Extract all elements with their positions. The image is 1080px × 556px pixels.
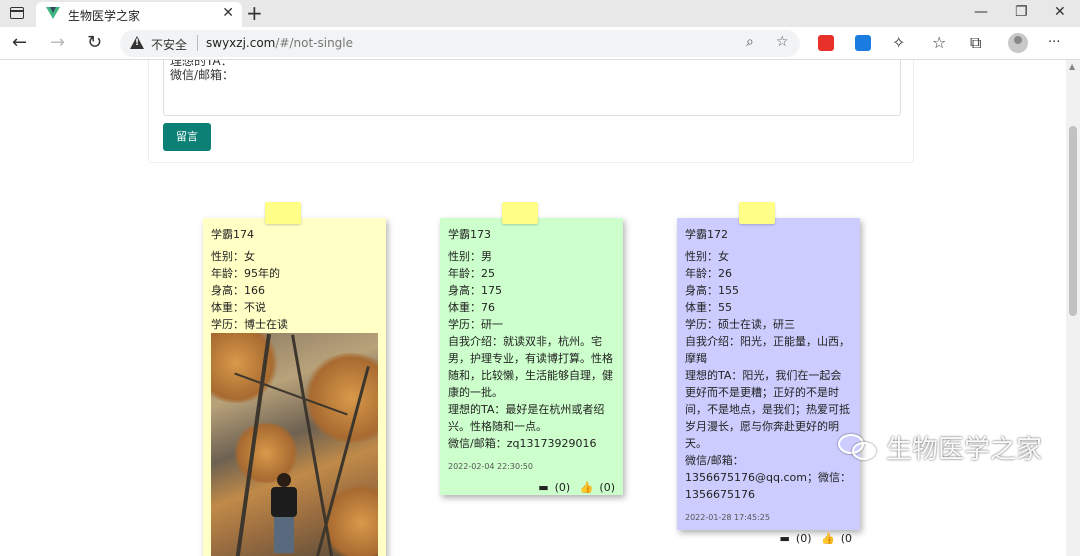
extensions-icon[interactable]: ✧ [892,33,905,52]
tab-actions-icon[interactable] [10,7,24,19]
profile-note: 学霸173 性别：男 年龄：25 身高：175 体重：76 学历：研一 自我介绍… [440,202,623,496]
note-age: 年龄：26 [685,267,732,280]
note-education: 学历：博士在读 [211,318,288,331]
back-arrow-icon[interactable]: ← [12,32,27,53]
note-weight: 体重：55 [685,301,732,314]
note-gender: 性别：女 [211,250,255,263]
more-menu-icon[interactable]: ··· [1048,35,1060,50]
comment-icon[interactable]: ▬ [538,481,548,494]
url-separator [197,35,198,51]
like-count[interactable]: (0) [599,481,615,494]
new-tab-button[interactable]: + [246,1,263,25]
like-count[interactable]: (0 [841,532,852,545]
note-name: 学霸174 [211,228,254,241]
note-gender: 性别：女 [685,250,729,263]
note-height: 身高：166 [211,284,265,297]
note-actions: ▬ (0) 👍 (0) [448,479,615,496]
vue-logo-icon [46,7,60,19]
page-content: 理想的TA： 微信/邮箱： 留言 学霸174 性别：女 年龄：95年的 身高：1… [0,60,1066,556]
tab-bar: 生物医学之家 ✕ + — ❐ ✕ [0,0,1080,27]
url-text: swyxzj.com/#/not-single [206,36,354,50]
person-figure [269,473,299,553]
note-education: 学历：研一 [448,318,503,331]
tab-title: 生物医学之家 [68,9,141,23]
scroll-thumb[interactable] [1069,126,1077,316]
comment-count[interactable]: (0) [796,532,812,545]
comment-icon[interactable]: ▬ [780,532,790,545]
note-tape [265,202,301,224]
forward-arrow-icon[interactable]: → [50,32,65,53]
note-tape [502,202,538,224]
note-date: 2022-02-04 22:30:50 [448,462,533,471]
add-favorite-icon[interactable]: ☆ [776,34,789,50]
note-weight: 体重：不说 [211,301,266,314]
note-name: 学霸172 [685,228,728,241]
thumbs-up-icon[interactable]: 👍 [821,532,835,545]
submit-message-button[interactable]: 留言 [163,123,211,151]
note-age: 年龄：95年的 [211,267,280,280]
vertical-scrollbar[interactable]: ▲ [1066,60,1080,556]
minimize-button[interactable]: — [974,4,988,20]
note-weight: 体重：76 [448,301,495,314]
zoom-icon[interactable]: ⌕ [746,34,754,50]
profile-avatar[interactable] [1008,33,1028,53]
address-bar: ← → ↻ 不安全 swyxzj.com/#/not-single ⌕ ☆ ✧ … [0,27,1080,60]
note-gender: 性别：男 [448,250,492,263]
note-date: 2022-01-28 17:45:25 [685,513,770,522]
note-actions: ▬ (0) 👍 (0 [685,530,853,547]
note-education: 学历：硕士在读，研三 [685,318,795,331]
profile-photo [211,333,378,556]
close-icon[interactable]: ✕ [222,5,234,21]
insecure-label[interactable]: 不安全 [151,36,187,53]
note-ideal: 理想的TA：最好是在杭州或者绍兴。性格随和一点。 [448,403,605,433]
comment-count[interactable]: (0) [555,481,571,494]
note-age: 年龄：25 [448,267,495,280]
wechat-logo-icon [838,432,882,464]
collections-icon[interactable]: ⧉ [970,33,981,53]
window-close-button[interactable]: ✕ [1054,4,1066,20]
note-intro: 自我介绍：就读双非，杭州。宅男，护理专业，有读博打算。性格随和，比较懒，生活能够… [448,335,613,399]
note-tape [739,202,775,224]
profile-note: 学霸174 性别：女 年龄：95年的 身高：166 体重：不说 学历：博士在读 [203,202,386,556]
thumbs-up-icon[interactable]: 👍 [580,481,594,494]
refresh-icon[interactable]: ↻ [87,32,102,53]
note-height: 身高：155 [685,284,739,297]
note-ideal: 理想的TA：阳光，我们在一起会更好而不是更糟；正好的不是时间，不是地点，是我们；… [685,369,850,450]
note-name: 学霸173 [448,228,491,241]
favorites-icon[interactable]: ☆ [932,33,946,52]
tab-active[interactable]: 生物医学之家 ✕ [36,2,242,27]
note-contact: 微信/邮箱：zq13173929016 [448,437,597,450]
url-input[interactable]: 不安全 swyxzj.com/#/not-single ⌕ ☆ [120,30,800,57]
warning-icon [130,36,144,49]
extension-red-icon[interactable] [818,35,834,51]
profile-note: 学霸172 性别：女 年龄：26 身高：155 体重：55 学历：硕士在读，研三… [677,202,860,545]
scroll-up-arrow-icon[interactable]: ▲ [1069,62,1075,71]
message-textarea[interactable]: 理想的TA： 微信/邮箱： [163,60,901,116]
note-intro: 自我介绍：阳光，正能量，山西，摩羯 [685,335,850,365]
extension-p-icon[interactable] [855,35,871,51]
message-form: 理想的TA： 微信/邮箱： 留言 [148,60,914,163]
restore-button[interactable]: ❐ [1015,4,1028,20]
note-contact: 微信/邮箱：1356675176@qq.com；微信：1356675176 [685,454,851,501]
watermark-text: 生物医学之家 [886,435,1043,465]
note-height: 身高：175 [448,284,502,297]
